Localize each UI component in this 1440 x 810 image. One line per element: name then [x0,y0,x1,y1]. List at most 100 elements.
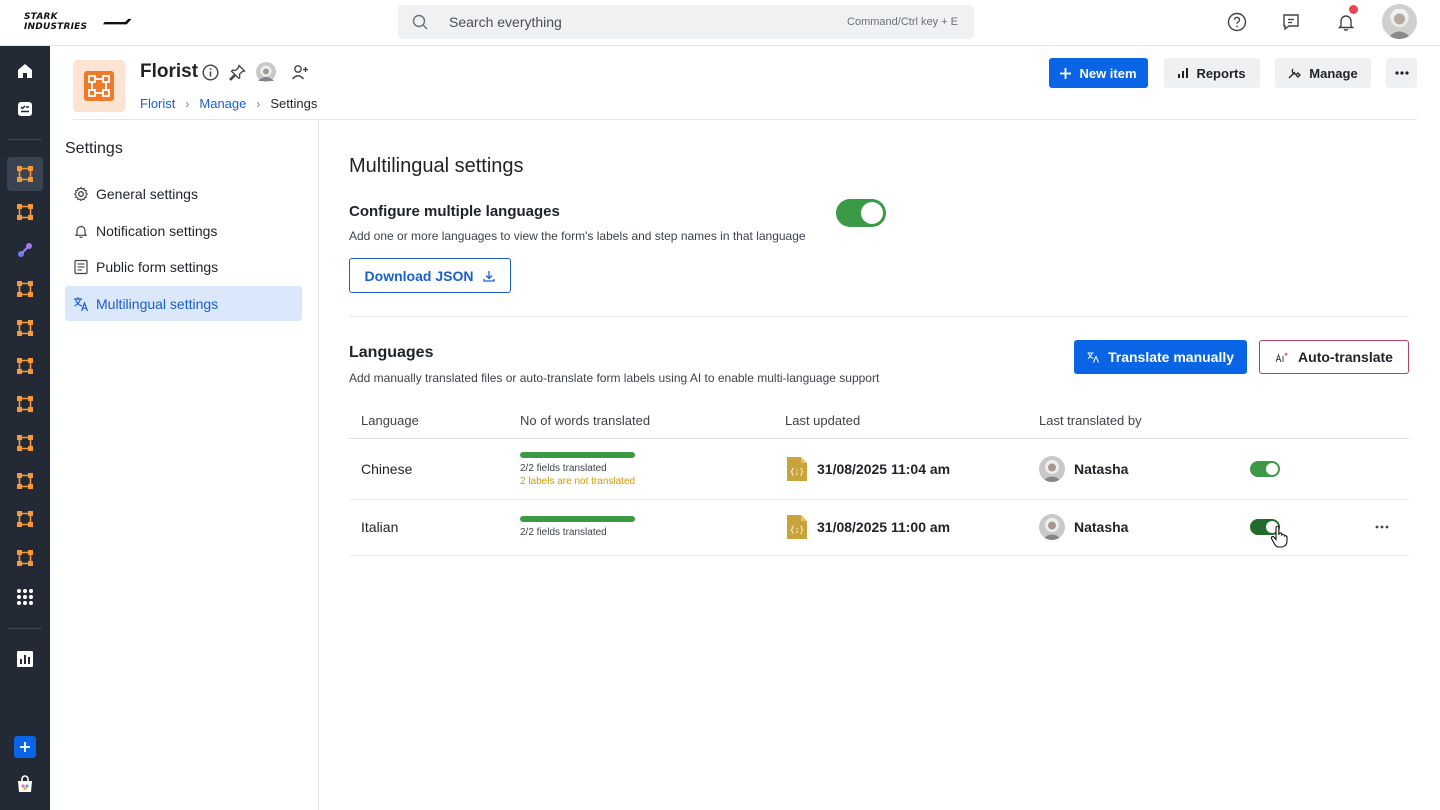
search-input[interactable]: Search everything [449,14,562,30]
feedback-button[interactable] [1278,9,1304,35]
plus-icon [1060,67,1072,79]
settings-sidebar: Settings General settings Notification s… [50,120,319,810]
nav-all-apps[interactable] [7,580,43,614]
chevron-right-icon: › [256,96,261,111]
breadcrumb-settings: Settings [270,96,318,111]
nav-app-7[interactable] [7,387,43,421]
toggle-knob [861,202,883,224]
settings-item-label: General settings [96,185,198,202]
user-avatar[interactable] [1382,4,1417,39]
settings-item-label: Public form settings [96,258,219,275]
settings-item-multilingual[interactable]: Multilingual settings [65,286,302,321]
nav-app-6[interactable] [7,349,43,383]
configure-languages-title: Configure multiple languages [349,203,560,220]
table-header-divider [349,438,1409,439]
nav-home[interactable] [7,54,43,88]
bell-icon [1337,15,1355,31]
shopping-bag-icon [18,775,32,792]
bell-icon [74,225,88,238]
language-enabled-toggle[interactable] [1250,461,1280,477]
help-icon [1227,12,1247,32]
nav-app-9[interactable] [7,464,43,498]
settings-item-general[interactable]: General settings [65,176,302,211]
search-icon [412,14,428,30]
search-bar[interactable]: Search everything Command/Ctrl key + E [398,5,974,39]
nav-app-2[interactable] [7,195,43,229]
brand-logo[interactable]: STARK INDUSTRIES [24,12,132,32]
app-process-icon [17,281,33,297]
settings-item-public-form[interactable]: Public form settings [65,249,302,284]
fields-translated-text: 2/2 fields translated [520,527,607,538]
nav-divider [8,139,42,140]
nav-tasks[interactable] [7,92,43,126]
manage-button[interactable]: Manage [1275,58,1371,88]
json-file-icon[interactable]: {;} [787,457,807,481]
download-json-button[interactable]: Download JSON [349,258,511,293]
nav-marketplace[interactable] [7,767,43,801]
app-icon [73,60,125,112]
translate-icon [74,296,89,311]
pin-button[interactable] [227,62,247,82]
nav-app-integration[interactable] [7,233,43,267]
translator-name: Natasha [1074,519,1129,535]
app-process-icon [17,550,33,566]
settings-title: Settings [65,140,123,157]
nav-app-florist[interactable] [7,157,43,191]
feedback-icon [1283,14,1299,31]
settings-item-label: Multilingual settings [96,295,219,312]
app-process-icon [17,511,33,527]
manage-label: Manage [1309,65,1358,81]
translator-avatar [1039,456,1065,482]
row-language-name: Chinese [361,461,413,477]
translation-progress-bar [520,452,635,458]
notifications-button[interactable] [1333,5,1359,35]
languages-description: Add manually translated files or auto-tr… [349,371,880,385]
nav-app-10[interactable] [7,502,43,536]
settings-item-label: Notification settings [96,222,218,239]
pin-icon [228,63,246,81]
auto-translate-button[interactable]: Auto-translate [1259,340,1409,374]
app-process-icon [17,473,33,489]
multilingual-toggle[interactable] [836,199,886,227]
auto-translate-label: Auto-translate [1298,349,1393,365]
nav-divider [8,628,42,629]
last-updated-date: 31/08/2025 11:00 am [817,519,951,535]
nav-reports[interactable] [7,642,43,676]
new-item-button[interactable]: New item [1049,58,1148,88]
tools-icon [1288,68,1302,79]
nav-app-11[interactable] [7,541,43,575]
help-button[interactable] [1224,9,1250,35]
table-row-divider [349,555,1409,556]
app-process-icon [17,166,33,182]
app-process-icon [17,435,33,451]
translate-manually-button[interactable]: Translate manually [1074,340,1247,374]
add-user-icon [291,65,308,80]
settings-item-notification[interactable]: Notification settings [65,213,302,248]
nav-app-4[interactable] [7,272,43,306]
add-member-button[interactable] [290,62,310,82]
svg-text:{;}: {;} [790,467,804,476]
new-item-label: New item [1079,65,1137,81]
breadcrumb-florist[interactable]: Florist [140,96,175,111]
integration-icon [18,243,32,257]
translator-avatar [1039,514,1065,540]
json-file-icon[interactable]: {;} [787,515,807,539]
toggle-knob [1266,463,1278,475]
nav-create[interactable] [7,730,43,764]
nav-app-5[interactable] [7,311,43,345]
row-more-options-button[interactable] [1372,517,1392,537]
grid-icon [17,589,33,605]
more-options-button[interactable] [1386,58,1417,88]
breadcrumb-manage[interactable]: Manage [199,96,246,111]
chart-icon [17,651,33,667]
nav-app-8[interactable] [7,426,43,460]
page-title: Multilingual settings [349,155,524,177]
column-header-language: Language [361,413,419,428]
download-json-label: Download JSON [364,267,474,284]
app-title: Florist [140,61,199,82]
app-info-button[interactable] [200,62,220,82]
reports-button[interactable]: Reports [1164,58,1260,88]
chevron-right-icon: › [185,96,190,111]
configure-languages-description: Add one or more languages to view the fo… [349,229,806,243]
members-avatar[interactable] [256,62,276,82]
